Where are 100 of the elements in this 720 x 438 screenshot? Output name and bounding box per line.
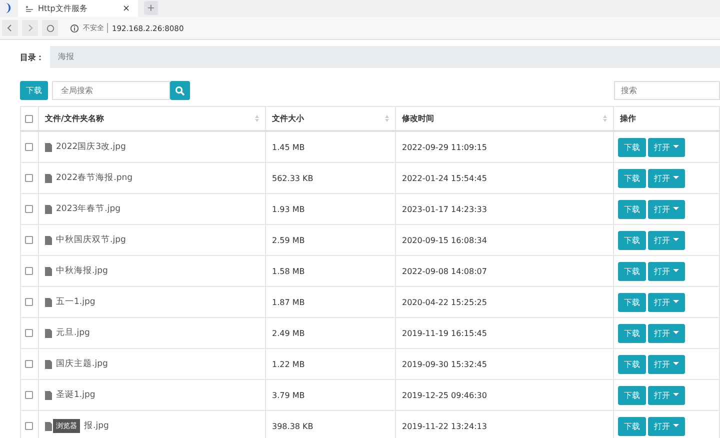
file-name-link[interactable]: 国庆主题.jpg: [56, 358, 108, 370]
open-dropdown-button[interactable]: 打开: [648, 354, 685, 374]
file-size-cell: 1.22 MB: [266, 348, 396, 380]
row-checkbox[interactable]: [25, 391, 33, 399]
caret-icon: [673, 393, 679, 397]
row-checkbox[interactable]: [25, 236, 33, 244]
row-checkbox[interactable]: [25, 174, 33, 182]
row-checkbox[interactable]: [25, 143, 33, 151]
caret-icon: [673, 145, 679, 149]
global-search-field[interactable]: 全局搜索: [52, 81, 170, 100]
reload-button[interactable]: [42, 20, 58, 36]
select-all-checkbox[interactable]: [25, 114, 33, 122]
search-button[interactable]: [170, 81, 190, 100]
new-tab-button[interactable]: +: [144, 1, 158, 15]
modified-time-cell: 2019-11-19 16:15:45: [396, 318, 614, 348]
row-checkbox[interactable]: [25, 329, 33, 337]
forward-icon: [27, 24, 33, 32]
caret-icon: [673, 424, 679, 428]
download-button[interactable]: 下载: [618, 230, 646, 250]
row-checkbox[interactable]: [25, 205, 33, 213]
close-tab-button[interactable]: ×: [122, 4, 130, 14]
search-icon: [175, 86, 185, 96]
open-dropdown-button[interactable]: 打开: [648, 292, 685, 312]
column-header[interactable]: 文件大小: [266, 106, 396, 131]
open-dropdown-button[interactable]: 打开: [648, 230, 685, 250]
file-size-cell: 1.93 MB: [266, 194, 396, 224]
back-icon: [7, 24, 13, 32]
file-icon: [45, 390, 52, 400]
browser-tab[interactable]: Http文件服务 ×: [18, 0, 138, 17]
directory-path: 海报: [50, 46, 720, 68]
back-button[interactable]: [2, 20, 18, 36]
open-dropdown-button[interactable]: 打开: [648, 324, 685, 342]
open-dropdown-button[interactable]: 打开: [648, 138, 685, 156]
modified-time-cell: 2022-01-24 15:54:45: [396, 162, 614, 194]
caret-icon: [673, 331, 679, 335]
download-button[interactable]: 下载: [20, 81, 48, 100]
file-name-link[interactable]: 2022春节海报.png: [56, 172, 133, 184]
row-checkbox[interactable]: [25, 422, 33, 430]
file-name-link[interactable]: 2023年春节.jpg: [56, 203, 120, 215]
file-name-link[interactable]: 五一1.jpg: [56, 296, 96, 308]
column-header[interactable]: 修改时间: [396, 106, 614, 131]
download-button[interactable]: 下载: [618, 292, 646, 312]
file-name-link[interactable]: 报.jpg: [84, 420, 109, 432]
reload-icon: [46, 24, 54, 32]
download-button[interactable]: 下载: [618, 386, 646, 404]
file-size-cell: 1.45 MB: [266, 131, 396, 162]
open-dropdown-button[interactable]: 打开: [648, 416, 685, 436]
caret-icon: [673, 176, 679, 180]
download-button[interactable]: 下载: [618, 262, 646, 280]
file-size-cell: 2.49 MB: [266, 318, 396, 348]
file-name-link[interactable]: 圣诞1.jpg: [56, 389, 96, 401]
row-checkbox[interactable]: [25, 298, 33, 306]
table-search-field[interactable]: 搜索: [614, 81, 720, 100]
caret-icon: [673, 300, 679, 304]
tab-title: Http文件服务: [38, 3, 88, 14]
file-icon: [45, 298, 52, 306]
file-size-cell: 1.58 MB: [266, 256, 396, 286]
file-name-link[interactable]: 元旦.jpg: [56, 327, 90, 339]
directory-label: 目录：: [20, 52, 44, 62]
open-dropdown-button[interactable]: 打开: [648, 200, 685, 218]
file-icon: [45, 360, 52, 368]
file-size-cell: 562.33 KB: [266, 162, 396, 194]
page-icon: [26, 4, 33, 12]
modified-time-cell: 2022-09-08 14:08:07: [396, 256, 614, 286]
file-icon: [45, 174, 52, 182]
download-button[interactable]: 下载: [618, 416, 646, 436]
file-size-cell: 2.59 MB: [266, 224, 396, 256]
open-dropdown-button[interactable]: 打开: [648, 168, 685, 188]
download-button[interactable]: 下载: [618, 138, 646, 156]
modified-time-cell: 2019-12-25 09:46:30: [396, 380, 614, 410]
modified-time-cell: 2020-04-22 15:25:25: [396, 286, 614, 318]
column-header[interactable]: 文件/文件夹名称: [38, 106, 266, 131]
modified-time-cell: 2023-01-17 14:23:33: [396, 194, 614, 224]
forward-button[interactable]: [22, 20, 38, 36]
file-icon: [45, 142, 52, 152]
caret-icon: [673, 207, 679, 211]
file-size-cell: 3.79 MB: [266, 380, 396, 410]
file-icon: [45, 204, 52, 214]
column-header[interactable]: 操作: [614, 106, 720, 131]
download-button[interactable]: 下载: [618, 324, 646, 342]
file-name-link[interactable]: 中秋海报.jpg: [56, 265, 108, 277]
modified-time-cell: 2019-09-30 15:32:45: [396, 348, 614, 380]
modified-time-cell: 2020-09-15 16:08:34: [396, 224, 614, 256]
caret-icon: [673, 362, 679, 366]
caret-icon: [673, 269, 679, 273]
row-checkbox[interactable]: [25, 360, 33, 368]
download-button[interactable]: 下载: [618, 354, 646, 374]
file-name-link[interactable]: 2022国庆3改.jpg: [56, 141, 126, 153]
caret-icon: [673, 238, 679, 242]
open-dropdown-button[interactable]: 打开: [648, 262, 685, 280]
file-size-cell: 1.87 MB: [266, 286, 396, 318]
info-icon[interactable]: [70, 24, 79, 32]
download-button[interactable]: 下载: [618, 200, 646, 218]
file-icon: [45, 266, 52, 276]
open-dropdown-button[interactable]: 打开: [648, 386, 685, 404]
row-checkbox[interactable]: [25, 267, 33, 275]
file-name-link[interactable]: 中秋国庆双节.jpg: [56, 234, 126, 246]
file-icon: [45, 236, 52, 244]
file-icon: [45, 328, 52, 338]
download-button[interactable]: 下载: [618, 168, 646, 188]
